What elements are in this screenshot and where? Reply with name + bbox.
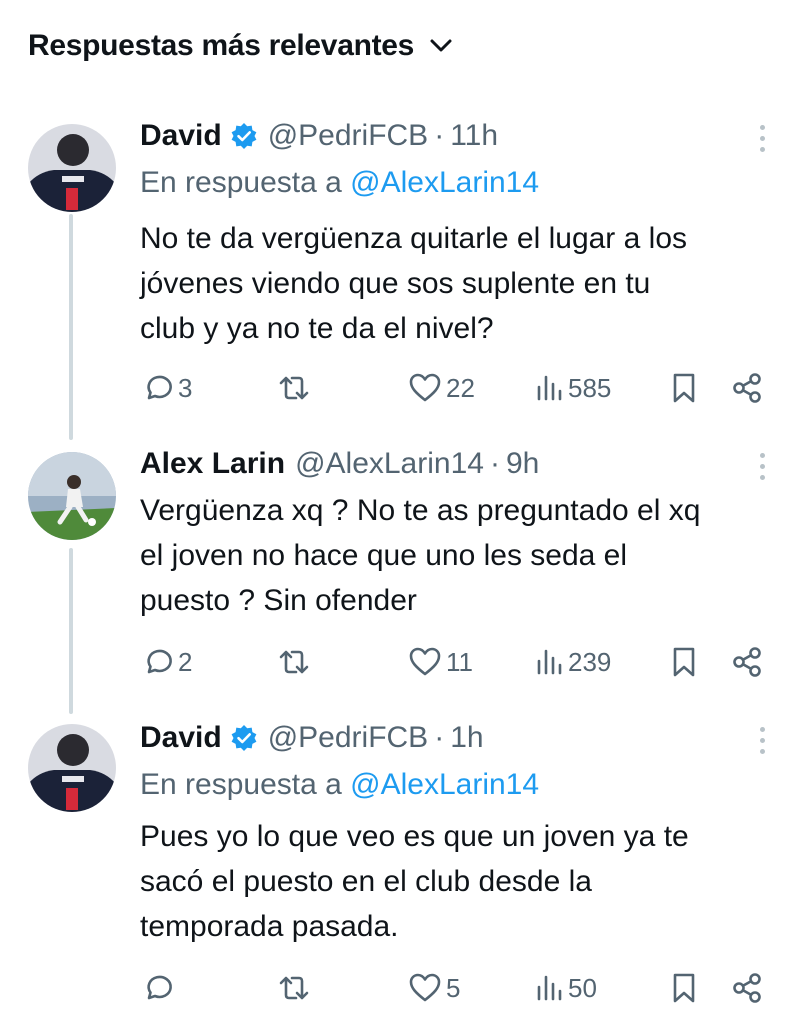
- views-button[interactable]: 585: [536, 368, 611, 408]
- bookmark-button[interactable]: [670, 968, 698, 1008]
- bookmark-icon: [673, 647, 695, 677]
- tweet[interactable]: David @PedriFCB · 1h En respuesta a @Ale…: [0, 718, 806, 1018]
- author-handle[interactable]: @AlexLarin14: [295, 447, 484, 481]
- reply-context: En respuesta a @AlexLarin14: [140, 768, 539, 802]
- tweet-text-line: No te da vergüenza quitarle el lugar a l…: [140, 222, 688, 255]
- author-name[interactable]: David: [140, 721, 222, 755]
- replies-sort-header[interactable]: Respuestas más relevantes: [28, 26, 454, 66]
- share-icon: [733, 973, 761, 1003]
- author-name[interactable]: Alex Larin: [140, 447, 285, 481]
- more-options-icon[interactable]: [750, 446, 774, 486]
- retweet-button[interactable]: [276, 368, 316, 408]
- more-options-icon[interactable]: [750, 118, 774, 158]
- retweet-button[interactable]: [276, 968, 316, 1008]
- views-count: 239: [568, 646, 612, 677]
- tweet-text: No te da vergüenza quitarle el lugar a l…: [140, 216, 687, 351]
- author-handle[interactable]: @PedriFCB: [268, 119, 429, 153]
- heart-icon: [409, 373, 441, 402]
- separator-dot: ·: [434, 119, 445, 152]
- reply-icon: [147, 375, 172, 400]
- reply-count: 3: [178, 372, 193, 403]
- share-icon: [733, 373, 761, 403]
- avatar[interactable]: [28, 724, 116, 812]
- tweet-text-line: puesto ? Sin ofender: [140, 584, 417, 617]
- like-button[interactable]: 11: [408, 642, 473, 682]
- reply-icon: [147, 649, 172, 674]
- reply-button[interactable]: [140, 968, 178, 1008]
- reply-count: 2: [178, 646, 193, 677]
- chevron-down-icon[interactable]: [428, 33, 454, 59]
- like-count: 11: [446, 646, 473, 677]
- reply-mention-link[interactable]: @AlexLarin14: [350, 768, 539, 801]
- reply-prefix: En respuesta a: [140, 768, 342, 801]
- like-count: 5: [446, 972, 461, 1003]
- reply-mention-link[interactable]: @AlexLarin14: [350, 166, 539, 199]
- timestamp[interactable]: 9h: [506, 447, 539, 481]
- retweet-icon: [279, 376, 309, 400]
- views-button[interactable]: 50: [536, 968, 597, 1008]
- timestamp[interactable]: 1h: [450, 721, 483, 755]
- views-chart-icon: [537, 649, 562, 675]
- reply-button[interactable]: 2: [140, 642, 192, 682]
- reply-prefix: En respuesta a: [140, 166, 342, 199]
- tweet-text-line: temporada pasada.: [140, 910, 399, 943]
- replies-sort-title[interactable]: Respuestas más relevantes: [28, 29, 414, 63]
- like-button[interactable]: 5: [408, 968, 460, 1008]
- bookmark-button[interactable]: [670, 368, 698, 408]
- tweet-text-line: club y ya no te da el nivel?: [140, 312, 494, 345]
- like-button[interactable]: 22: [408, 368, 475, 408]
- tweet-text-line: Pues yo lo que veo es que un joven ya te: [140, 820, 689, 853]
- verified-badge-icon: [230, 724, 258, 752]
- share-icon: [733, 647, 761, 677]
- timestamp[interactable]: 11h: [450, 119, 498, 153]
- avatar[interactable]: [28, 452, 116, 540]
- tweet[interactable]: David @PedriFCB · 11h En respuesta a @Al…: [0, 116, 806, 416]
- share-button[interactable]: [730, 642, 764, 682]
- heart-icon: [409, 647, 441, 676]
- tweet[interactable]: Alex Larin @AlexLarin14 · 9h Vergüenza x…: [0, 444, 806, 694]
- author-handle[interactable]: @PedriFCB: [268, 721, 429, 755]
- reply-context: En respuesta a @AlexLarin14: [140, 166, 539, 200]
- views-chart-icon: [537, 975, 562, 1001]
- verified-badge-icon: [230, 122, 258, 150]
- views-button[interactable]: 239: [536, 642, 611, 682]
- retweet-button[interactable]: [276, 642, 316, 682]
- more-options-icon[interactable]: [750, 720, 774, 760]
- tweet-text-line: sacó el puesto en el club desde la: [140, 865, 592, 898]
- tweet-text: Vergüenza xq ? No te as preguntado el xq…: [140, 488, 700, 623]
- share-button[interactable]: [730, 968, 764, 1008]
- bookmark-icon: [673, 373, 695, 403]
- author-name[interactable]: David: [140, 119, 222, 153]
- avatar[interactable]: [28, 124, 116, 212]
- tweet-actions: 5 50: [140, 968, 770, 1008]
- tweet-actions: 2 11 239: [140, 642, 770, 682]
- tweet-text-line: Vergüenza xq ? No te as preguntado el xq: [140, 494, 701, 527]
- tweet-text: Pues yo lo que veo es que un joven ya te…: [140, 814, 689, 949]
- separator-dot: ·: [434, 721, 445, 754]
- views-count: 585: [568, 372, 612, 403]
- retweet-icon: [279, 976, 309, 1000]
- like-count: 22: [446, 372, 475, 403]
- heart-icon: [409, 973, 441, 1002]
- tweet-actions: 3 22 585: [140, 368, 770, 408]
- reply-icon: [147, 975, 172, 1000]
- reply-button[interactable]: 3: [140, 368, 192, 408]
- tweet-text-line: el joven no hace que uno les seda el: [140, 539, 628, 572]
- share-button[interactable]: [730, 368, 764, 408]
- bookmark-icon: [673, 973, 695, 1003]
- views-count: 50: [568, 972, 597, 1003]
- tweet-text-line: jóvenes viendo que sos suplente en tu: [140, 267, 651, 300]
- bookmark-button[interactable]: [670, 642, 698, 682]
- retweet-icon: [279, 650, 309, 674]
- separator-dot: ·: [489, 447, 500, 480]
- views-chart-icon: [537, 375, 562, 401]
